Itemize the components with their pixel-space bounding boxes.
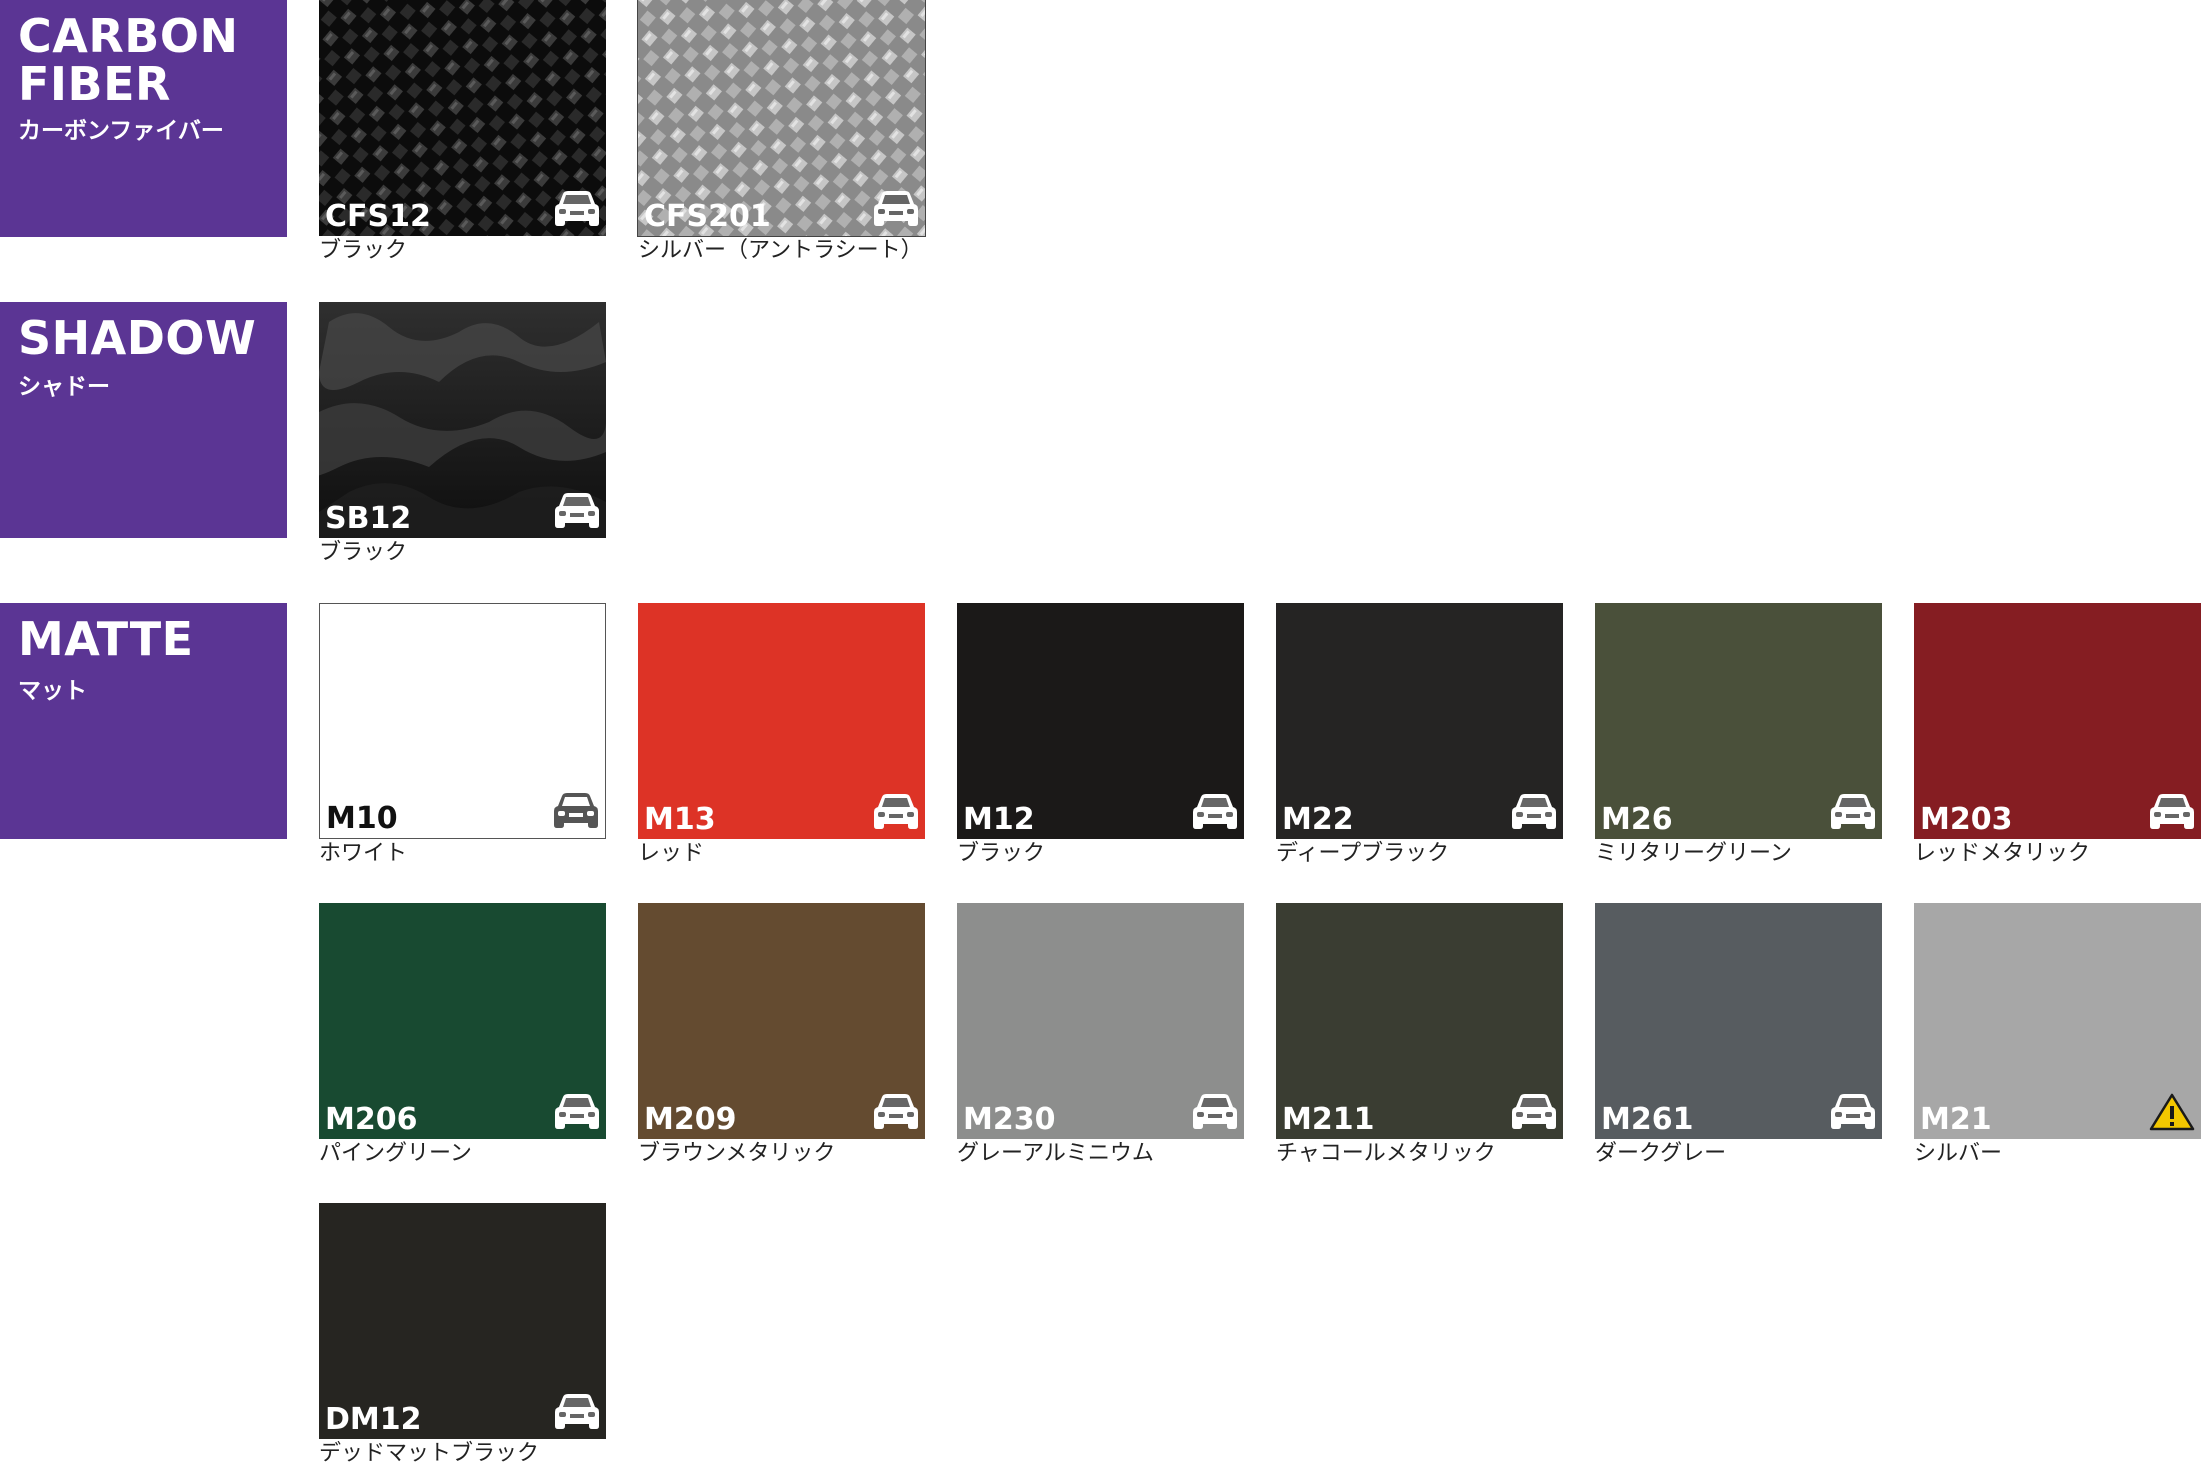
swatch-code: M261: [1601, 1102, 1694, 1137]
swatch-name: ミリタリーグリーン: [1595, 841, 1792, 866]
category-title: CARBON FIBER: [18, 9, 239, 111]
car-icon: [1511, 793, 1557, 831]
category-subtitle: シャドー: [18, 374, 110, 400]
car-icon: [873, 793, 919, 831]
swatch-dm12: DM12: [319, 1203, 606, 1439]
swatch-name: シルバー: [1914, 1141, 2003, 1166]
swatch-m21: M21: [1914, 903, 2201, 1139]
swatch-m261: M261: [1595, 903, 1882, 1139]
car-icon: [1830, 1093, 1876, 1131]
swatch-cfs12: CFS12: [319, 0, 606, 236]
swatch-m211: M211: [1276, 903, 1563, 1139]
category-title: SHADOW: [18, 311, 257, 365]
swatch-name: ブラック: [319, 238, 408, 263]
swatch-name: ホワイト: [319, 841, 408, 866]
swatch-code: CFS201: [644, 199, 771, 234]
swatch-m203: M203: [1914, 603, 2201, 839]
swatch-name: パイングリーン: [319, 1141, 472, 1166]
swatch-m26: M26: [1595, 603, 1882, 839]
category-shadow: SHADOW シャドー: [0, 302, 287, 538]
swatch-code: M230: [963, 1102, 1056, 1137]
swatch-code: CFS12: [325, 199, 431, 234]
swatch-code: M209: [644, 1102, 737, 1137]
car-icon: [873, 190, 919, 228]
category-subtitle: マット: [18, 678, 87, 704]
car-icon: [554, 1093, 600, 1131]
car-icon: [554, 492, 600, 530]
swatch-name: ブラック: [957, 841, 1046, 866]
swatch-code: M21: [1920, 1102, 1992, 1137]
swatch-m230: M230: [957, 903, 1244, 1139]
swatch-name: ディープブラック: [1276, 841, 1450, 866]
swatch-code: M206: [325, 1102, 418, 1137]
car-icon: [1830, 793, 1876, 831]
swatch-code: M22: [1282, 802, 1354, 837]
swatch-m12: M12: [957, 603, 1244, 839]
swatch-code: M203: [1920, 802, 2013, 837]
swatch-name: シルバー（アントラシート）: [638, 238, 923, 263]
swatch-m13: M13: [638, 603, 925, 839]
swatch-name: チャコールメタリック: [1276, 1141, 1496, 1166]
category-title: MATTE: [18, 612, 194, 666]
car-icon: [1511, 1093, 1557, 1131]
car-icon: [553, 792, 599, 830]
car-icon: [554, 190, 600, 228]
swatch-code: M211: [1282, 1102, 1375, 1137]
swatch-code: M13: [644, 802, 716, 837]
swatch-name: レッドメタリック: [1914, 841, 2091, 866]
swatch-name: デッドマットブラック: [319, 1441, 540, 1466]
car-icon: [1192, 1093, 1238, 1131]
swatch-m206: M206: [319, 903, 606, 1139]
category-carbon-fiber: CARBON FIBER カーボンファイバー: [0, 0, 287, 237]
swatch-m10: M10: [319, 603, 606, 839]
swatch-name: ブラック: [319, 540, 408, 565]
car-icon: [554, 1393, 600, 1431]
swatch-code: M10: [326, 801, 398, 836]
swatch-name: グレーアルミニウム: [957, 1141, 1154, 1166]
swatch-sb12: SB12: [319, 302, 606, 538]
swatch-code: M26: [1601, 802, 1673, 837]
category-matte: MATTE マット: [0, 603, 287, 839]
swatch-code: SB12: [325, 501, 412, 536]
swatch-cfs201: CFS201: [637, 0, 926, 237]
swatch-name: レッド: [638, 841, 705, 866]
swatch-m22: M22: [1276, 603, 1563, 839]
swatch-name: ブラウンメタリック: [638, 1141, 836, 1166]
car-icon: [1192, 793, 1238, 831]
swatch-m209: M209: [638, 903, 925, 1139]
car-icon: [2149, 793, 2195, 831]
warning-icon: [2149, 1093, 2195, 1131]
car-icon: [873, 1093, 919, 1131]
swatch-code: DM12: [325, 1402, 422, 1437]
swatch-name: ダークグレー: [1595, 1141, 1727, 1166]
swatch-code: M12: [963, 802, 1035, 837]
category-subtitle: カーボンファイバー: [18, 118, 224, 144]
